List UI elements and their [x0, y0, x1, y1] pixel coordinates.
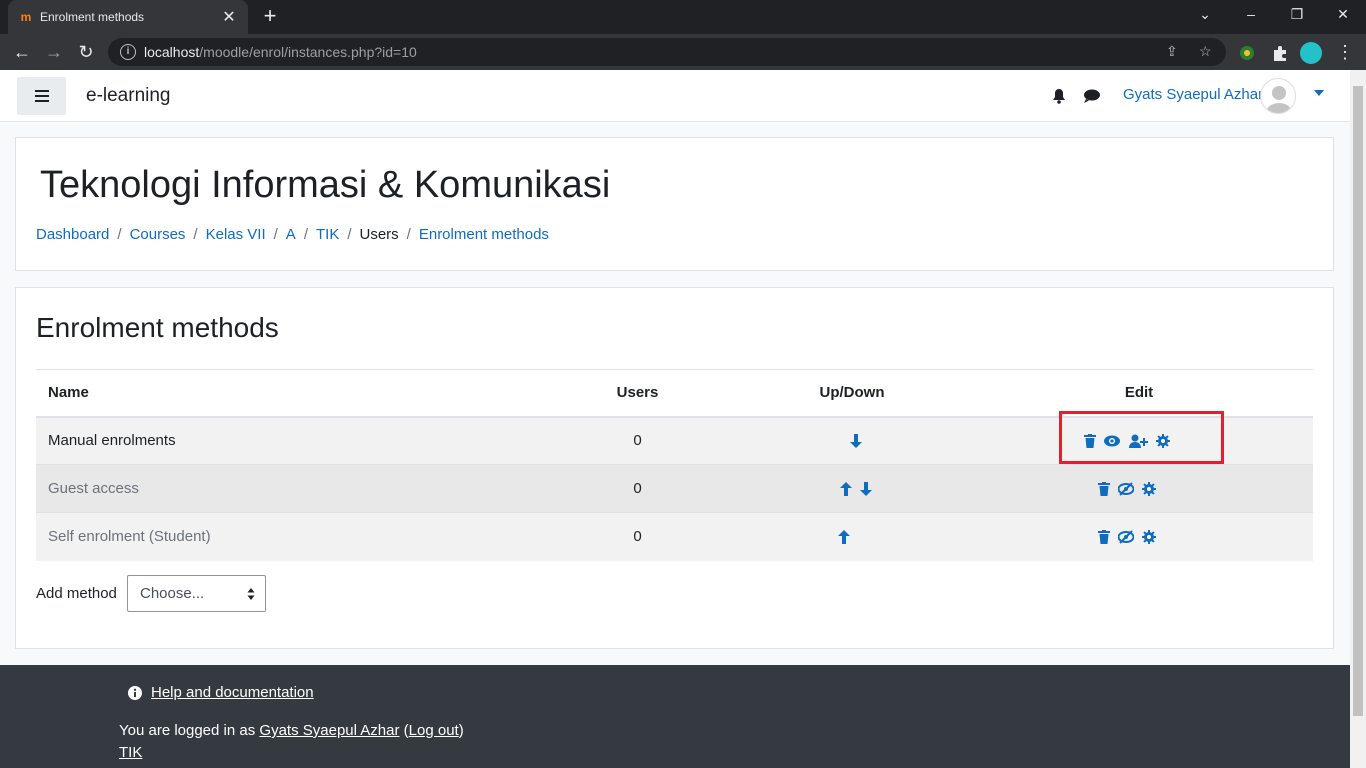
settings-cog-icon[interactable] — [1142, 530, 1157, 545]
user-menu-caret-icon[interactable] — [1314, 90, 1324, 96]
browser-menu-icon[interactable]: ⋮ — [1333, 40, 1357, 64]
tab-title: Enrolment methods — [40, 10, 145, 24]
notifications-bell-icon[interactable] — [1052, 88, 1066, 104]
breadcrumb-class-a[interactable]: A — [286, 226, 296, 243]
close-tab-icon[interactable]: ✕ — [220, 7, 238, 27]
table-row: Guest access 0 — [36, 464, 1313, 513]
url-host: localhost — [144, 44, 200, 60]
avatar-placeholder-icon — [1266, 86, 1292, 113]
course-title: Teknologi Informasi & Komunikasi — [40, 164, 611, 206]
breadcrumb-kelas[interactable]: Kelas VII — [206, 226, 266, 243]
user-avatar[interactable] — [1260, 78, 1296, 114]
breadcrumb-enrolment-methods[interactable]: Enrolment methods — [419, 226, 549, 243]
column-header-users: Users — [536, 369, 739, 418]
table-row: Self enrolment (Student) 0 — [36, 512, 1313, 561]
breadcrumb-dashboard[interactable]: Dashboard — [36, 226, 109, 243]
info-circle-icon — [128, 685, 142, 700]
tab-search-icon[interactable]: ⌄ — [1195, 6, 1215, 23]
close-window-icon[interactable]: ✕ — [1333, 6, 1353, 23]
extensions-puzzle-icon[interactable] — [1271, 44, 1289, 62]
url-path: /moodle/enrol/instances.php?id=10 — [199, 44, 417, 60]
browser-tab[interactable]: m Enrolment methods ✕ — [8, 0, 248, 34]
extension-icon[interactable] — [1238, 44, 1256, 62]
delete-trash-icon[interactable] — [1097, 482, 1110, 497]
nav-drawer-button[interactable] — [17, 77, 66, 115]
browser-tab-strip: m Enrolment methods ✕ + ⌄ – ❐ ✕ — [0, 0, 1366, 34]
method-users: 0 — [536, 512, 739, 561]
enrolment-methods-section: Enrolment methods Name Users Up/Down Edi… — [15, 287, 1334, 649]
method-name: Self enrolment (Student) — [36, 512, 536, 561]
breadcrumb-users: Users — [359, 226, 399, 243]
help-link-row: Help and documentation — [128, 684, 314, 701]
column-header-edit: Edit — [965, 369, 1313, 418]
forward-icon[interactable]: → — [42, 40, 66, 64]
method-name: Manual enrolments — [36, 416, 536, 465]
site-info-icon[interactable]: i — [120, 44, 136, 60]
move-down-icon[interactable] — [850, 434, 862, 449]
enrolment-methods-table: Name Users Up/Down Edit Manual enrolment… — [36, 369, 1313, 561]
messages-chat-icon[interactable] — [1083, 89, 1101, 103]
move-up-icon[interactable] — [838, 530, 850, 545]
new-tab-button[interactable]: + — [258, 5, 282, 29]
top-navbar: e-learning Gyats Syaepul Azhar — [0, 70, 1350, 122]
settings-cog-icon[interactable] — [1142, 482, 1157, 497]
restore-icon[interactable]: ❐ — [1287, 6, 1307, 23]
bookmark-star-icon[interactable]: ☆ — [1199, 43, 1212, 60]
login-info: You are logged in as Gyats Syaepul Azhar… — [119, 722, 464, 739]
address-bar[interactable]: i localhost/moodle/enrol/instances.php?i… — [108, 38, 1226, 66]
page-footer: Help and documentation You are logged in… — [0, 665, 1350, 768]
move-up-icon[interactable] — [839, 482, 852, 497]
breadcrumb-courses[interactable]: Courses — [130, 226, 186, 243]
share-icon[interactable]: ⇪ — [1166, 43, 1178, 60]
logout-link[interactable]: Log out — [409, 722, 459, 739]
hidden-eye-slash-icon[interactable] — [1118, 530, 1134, 544]
add-method-selected-value: Choose... — [140, 585, 205, 602]
breadcrumb-course[interactable]: TIK — [316, 226, 339, 243]
site-brand[interactable]: e-learning — [86, 85, 171, 107]
hamburger-icon — [34, 90, 49, 102]
move-down-icon[interactable] — [860, 482, 873, 497]
help-documentation-link[interactable]: Help and documentation — [151, 684, 314, 701]
hidden-eye-slash-icon[interactable] — [1118, 482, 1134, 496]
profile-icon[interactable] — [1300, 42, 1322, 64]
add-method-select[interactable]: Choose... — [127, 575, 266, 612]
footer-course-link[interactable]: TIK — [119, 744, 142, 761]
section-title: Enrolment methods — [36, 312, 279, 343]
column-header-name: Name — [36, 369, 536, 418]
scrollbar-thumb[interactable] — [1353, 86, 1363, 716]
method-users: 0 — [536, 464, 739, 513]
breadcrumb: Dashboard / Courses / Kelas VII / A / TIK / U… — [36, 226, 549, 243]
back-icon[interactable]: ← — [10, 40, 34, 64]
method-name: Guest access — [36, 464, 536, 513]
minimize-icon[interactable]: – — [1241, 6, 1261, 22]
method-users: 0 — [536, 416, 739, 465]
moodle-favicon-icon: m — [20, 10, 32, 24]
delete-trash-icon[interactable] — [1097, 530, 1110, 545]
annotation-highlight-box — [1059, 411, 1224, 464]
select-arrows-icon — [247, 588, 255, 600]
page-header: Teknologi Informasi & Komunikasi Dashboa… — [15, 137, 1334, 271]
logged-in-prefix: You are logged in as — [119, 722, 256, 739]
add-method-label: Add method — [36, 585, 117, 602]
footer-user-link[interactable]: Gyats Syaepul Azhar — [259, 722, 399, 739]
column-header-updown: Up/Down — [739, 369, 965, 418]
reload-icon[interactable]: ↻ — [74, 40, 98, 64]
user-name[interactable]: Gyats Syaepul Azhar — [1123, 86, 1263, 103]
